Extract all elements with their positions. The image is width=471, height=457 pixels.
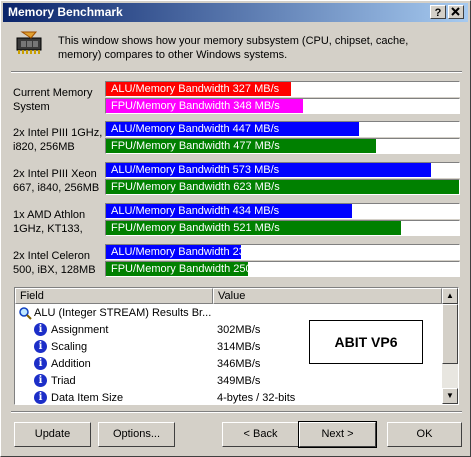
results-group-label: ALU (Integer STREAM) Results Br...	[34, 307, 212, 319]
close-button[interactable]	[448, 5, 464, 19]
fpu-bandwidth-bar-track: FPU/Memory Bandwidth 348 MB/s	[105, 98, 460, 114]
benchmark-label: 1GHz, KT133,	[13, 223, 83, 235]
fpu-bandwidth-text: FPU/Memory Bandwidth 250 MB/s	[111, 263, 280, 275]
options-button[interactable]: Options...	[98, 422, 175, 447]
benchmark-label: 2x Intel PIII Xeon	[13, 168, 97, 180]
fpu-bandwidth-bar-track: FPU/Memory Bandwidth 250 MB/s	[105, 261, 460, 277]
info-icon: i	[34, 340, 47, 353]
benchmark-label: 500, iBX, 128MB	[13, 264, 96, 276]
fpu-bandwidth-text: FPU/Memory Bandwidth 521 MB/s	[111, 222, 280, 234]
memory-chip-icon	[14, 28, 44, 58]
window-title: Memory Benchmark	[8, 5, 123, 19]
alu-bandwidth-text: ALU/Memory Bandwidth 573 MB/s	[111, 164, 280, 176]
column-header-value[interactable]: Value	[213, 288, 442, 304]
result-field-name: Addition	[51, 358, 91, 370]
scroll-thumb[interactable]	[442, 304, 458, 364]
benchmark-label: 1x AMD Athlon	[13, 209, 86, 221]
benchmark-label: 667, i840, 256MB	[13, 182, 100, 194]
ok-button[interactable]: OK	[387, 422, 462, 447]
info-icon: i	[34, 374, 47, 387]
result-field-name: Triad	[51, 375, 76, 387]
fpu-bandwidth-text: FPU/Memory Bandwidth 348 MB/s	[111, 100, 280, 112]
info-icon: i	[34, 357, 47, 370]
result-field-name: Assignment	[51, 324, 109, 336]
result-field-name: Data Item Size	[51, 392, 124, 404]
result-field-value: 4-bytes / 32-bits	[217, 392, 296, 404]
title-bar: Memory Benchmark ?	[3, 3, 468, 22]
benchmark-label: i820, 256MB	[13, 141, 75, 153]
next-button[interactable]: Next >	[298, 421, 377, 448]
fpu-bandwidth-bar-track: FPU/Memory Bandwidth 623 MB/s	[105, 179, 460, 195]
alu-bandwidth-bar-track: ALU/Memory Bandwidth 327 MB/s	[105, 81, 460, 97]
intro-text: This window shows how your memory subsys…	[58, 35, 409, 61]
vertical-scrollbar[interactable]: ▲ ▼	[442, 288, 458, 404]
magnifier-icon	[18, 306, 32, 323]
result-field-value: 349MB/s	[217, 375, 261, 387]
alu-bandwidth-bar-track: ALU/Memory Bandwidth 447 MB/s	[105, 121, 460, 137]
memory-benchmark-window: Memory Benchmark ? This window shows how…	[0, 0, 471, 457]
alu-bandwidth-text: ALU/Memory Bandwidth 327 MB/s	[111, 83, 280, 95]
fpu-bandwidth-bar-track: FPU/Memory Bandwidth 477 MB/s	[105, 138, 460, 154]
fpu-bandwidth-bar-track: FPU/Memory Bandwidth 521 MB/s	[105, 220, 460, 236]
benchmark-label: 2x Intel PIII 1GHz,	[13, 127, 103, 139]
top-divider	[11, 71, 462, 73]
alu-bandwidth-bar-track: ALU/Memory Bandwidth 434 MB/s	[105, 203, 460, 219]
help-button[interactable]: ?	[430, 5, 446, 19]
column-header-field[interactable]: Field	[15, 288, 213, 304]
benchmark-label: System	[13, 101, 50, 113]
info-icon: i	[34, 323, 47, 336]
close-icon	[451, 7, 460, 16]
scroll-up-button[interactable]: ▲	[442, 288, 458, 304]
result-row[interactable]: i Triad 349MB/s	[15, 373, 440, 390]
benchmark-label: 2x Intel Celeron	[13, 250, 91, 262]
alu-bandwidth-text: ALU/Memory Bandwidth 238 MB/s	[111, 246, 280, 258]
bottom-divider	[11, 411, 462, 413]
board-name-label: ABIT VP6	[309, 320, 423, 364]
alu-bandwidth-text: ALU/Memory Bandwidth 434 MB/s	[111, 205, 280, 217]
benchmark-label: Current Memory	[13, 87, 93, 99]
result-field-value: 302MB/s	[217, 324, 261, 336]
result-field-name: Scaling	[51, 341, 88, 353]
alu-bandwidth-bar-track: ALU/Memory Bandwidth 573 MB/s	[105, 162, 460, 178]
back-button[interactable]: < Back	[222, 422, 299, 447]
scroll-down-button[interactable]: ▼	[442, 388, 458, 404]
info-icon: i	[34, 391, 47, 404]
result-field-value: 314MB/s	[217, 341, 261, 353]
update-button[interactable]: Update	[14, 422, 91, 447]
fpu-bandwidth-text: FPU/Memory Bandwidth 623 MB/s	[111, 181, 280, 193]
result-field-value: 346MB/s	[217, 358, 261, 370]
alu-bandwidth-text: ALU/Memory Bandwidth 447 MB/s	[111, 123, 280, 135]
fpu-bandwidth-text: FPU/Memory Bandwidth 477 MB/s	[111, 140, 280, 152]
result-row[interactable]: i Data Item Size 4-bytes / 32-bits	[15, 390, 440, 404]
alu-bandwidth-bar-track: ALU/Memory Bandwidth 238 MB/s	[105, 244, 460, 260]
results-list[interactable]: Field Value ALU (Integer STREAM) Results…	[14, 287, 459, 405]
